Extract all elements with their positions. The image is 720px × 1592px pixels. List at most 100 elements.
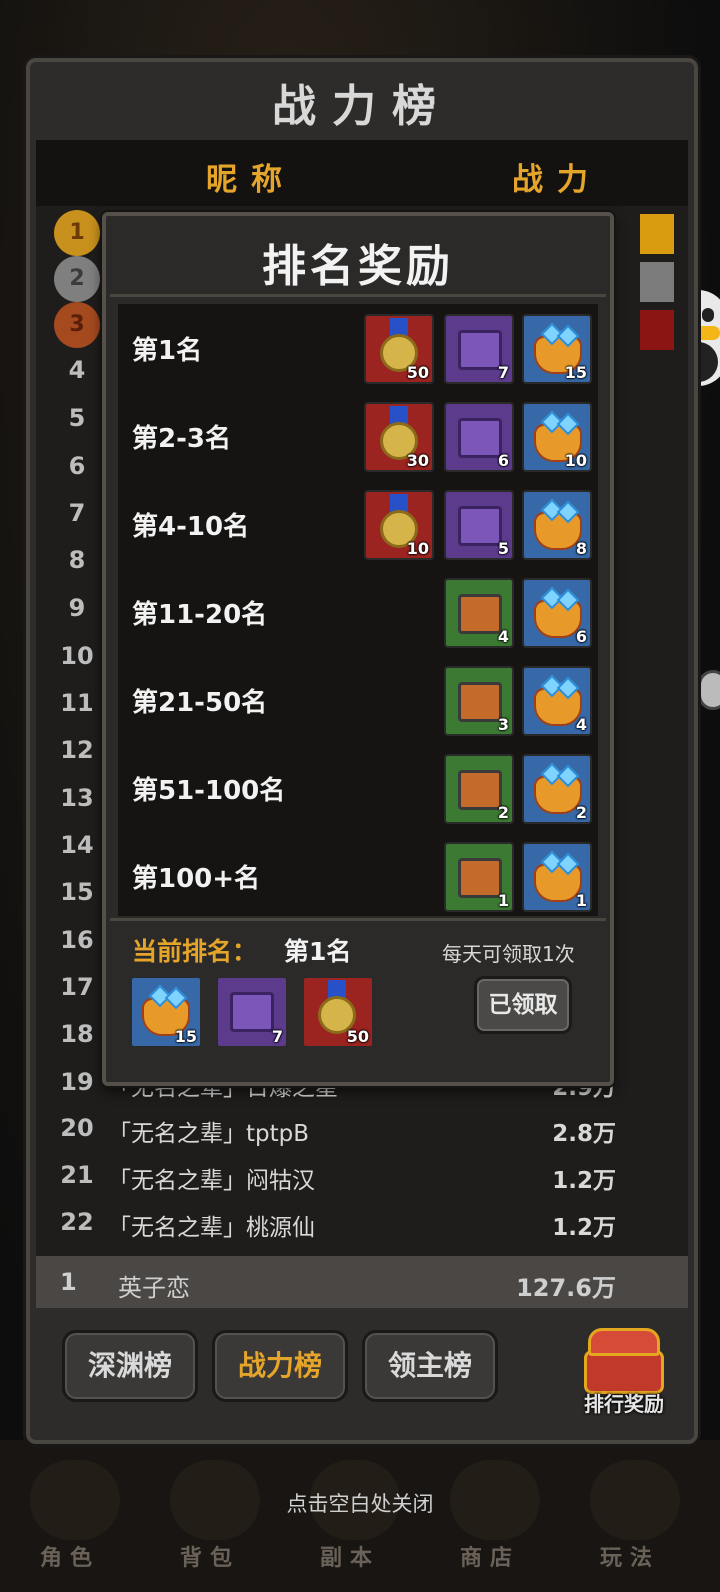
item-qty: 4 [575,715,587,734]
rank3-highlight-bar [640,310,674,350]
item-qty: 10 [406,539,429,558]
item-qty: 30 [406,451,429,470]
gem-bag-item[interactable]: 6 [522,578,592,648]
dialog-title: 排名奖励 [262,241,454,292]
green-chest-item[interactable]: 1 [444,842,514,912]
nav-item-bag[interactable]: 背包 [150,1540,270,1572]
gem-bag-item[interactable]: 4 [522,666,592,736]
rank-number: 5 [68,404,86,432]
gem-bag-icon [534,600,582,638]
tab-power[interactable]: 战力榜 [212,1330,348,1402]
rank-reward-button[interactable]: 排行奖励 [574,1322,674,1422]
medal-item[interactable]: 30 [364,402,434,472]
purple-chest-item[interactable]: 7 [444,314,514,384]
side-close-icon[interactable] [698,670,720,710]
reward-tier-row: 第11-20名 4 6 [118,568,598,656]
tier-label: 第1名 [132,336,203,366]
rank-number: 6 [68,452,86,480]
rank-number: 11 [60,689,94,717]
item-qty: 3 [497,715,509,734]
divider [110,918,606,921]
medal-item[interactable]: 50 [364,314,434,384]
purple-chest-icon [458,418,502,458]
tier-label: 第11-20名 [132,600,268,630]
self-power: 127.6万 [516,1274,616,1302]
purple-chest-item[interactable]: 5 [444,490,514,560]
gem-bag-item[interactable]: 2 [522,754,592,824]
current-rank-label: 当前排名： [132,937,258,966]
gem-bag-item[interactable]: 15 [522,314,592,384]
item-qty: 7 [497,363,509,382]
purple-chest-icon [458,506,502,546]
green-chest-item[interactable]: 4 [444,578,514,648]
self-rank: 1 [60,1268,77,1296]
nav-item-shop[interactable]: 商店 [430,1540,550,1572]
gem-bag-item[interactable]: 8 [522,490,592,560]
gem-bag-item[interactable]: 1 [522,842,592,912]
reward-tier-row: 第1名 50 7 15 [118,304,598,392]
item-qty: 8 [575,539,587,558]
rank-number: 21 [60,1161,94,1189]
rank-number: 22 [60,1208,94,1236]
tab-lord[interactable]: 领主榜 [362,1330,498,1402]
rank-number: 20 [60,1114,94,1142]
rank-number: 16 [60,926,94,954]
nav-item-role[interactable]: 角色 [10,1540,130,1572]
gem-bag-item[interactable]: 10 [522,402,592,472]
current-gem-bag-item[interactable]: 15 [130,976,202,1048]
claimed-button[interactable]: 已领取 [474,976,572,1034]
current-purple-chest-item[interactable]: 7 [216,976,288,1048]
item-qty: 5 [497,539,509,558]
tier-label: 第4-10名 [132,512,250,542]
item-qty: 50 [406,363,429,382]
bronze-medal-icon: 3 [54,302,100,348]
player-name: 「无名之辈」桃源仙 [108,1215,315,1241]
column-power: 战力 [512,162,602,198]
green-chest-icon [458,858,502,898]
item-qty: 6 [575,627,587,646]
self-rank-row: 1 英子恋 127.6万 [36,1256,688,1308]
purple-chest-icon [230,992,274,1032]
green-chest-item[interactable]: 2 [444,754,514,824]
rank-number: 4 [68,356,86,384]
reward-tier-row: 第4-10名 10 5 8 [118,480,598,568]
reward-tier-row: 第100+名 1 1 [118,832,598,920]
item-qty: 15 [174,1027,197,1046]
panel-title: 战力榜 [272,81,452,132]
gold-medal-icon: 1 [54,210,100,256]
rank-reward-dialog: 排名奖励 第1名 50 7 15 第2-3名 30 6 10 第4-10名 10… [102,212,614,1086]
column-nickname: 昵称 [206,162,296,198]
rank-reward-label: 排行奖励 [584,1392,664,1416]
green-chest-icon [458,594,502,634]
green-chest-icon [458,770,502,810]
item-qty: 50 [346,1027,369,1046]
rank-number: 7 [68,499,86,527]
gem-bag-icon [534,776,582,814]
reward-tier-row: 第2-3名 30 6 10 [118,392,598,480]
item-qty: 2 [497,803,509,822]
chest-lid [588,1328,660,1356]
player-power: 2.8万 [552,1121,616,1147]
nav-item-play[interactable]: 玩法 [570,1540,690,1572]
divider [110,294,606,297]
penguin-eye [702,308,714,322]
green-chest-item[interactable]: 3 [444,666,514,736]
rank-number: 10 [60,642,94,670]
close-hint[interactable]: 点击空白处关闭 [0,1488,720,1518]
tier-label: 第21-50名 [132,688,268,718]
rank-number: 19 [60,1068,94,1096]
nav-item-dungeon[interactable]: 副本 [290,1540,410,1572]
item-qty: 2 [575,803,587,822]
rank-number: 12 [60,736,94,764]
current-medal-item[interactable]: 50 [302,976,374,1048]
tab-abyss[interactable]: 深渊榜 [62,1330,198,1402]
player-name: 「无名之辈」闷牯汉 [108,1168,315,1194]
tier-label: 第2-3名 [132,424,231,454]
medal-item[interactable]: 10 [364,490,434,560]
reward-tier-row: 第21-50名 3 4 [118,656,598,744]
tier-label: 第51-100名 [132,776,286,806]
leaderboard-header: 昵称 战力 [36,140,688,206]
item-qty: 7 [271,1027,283,1046]
green-chest-icon [458,682,502,722]
purple-chest-item[interactable]: 6 [444,402,514,472]
